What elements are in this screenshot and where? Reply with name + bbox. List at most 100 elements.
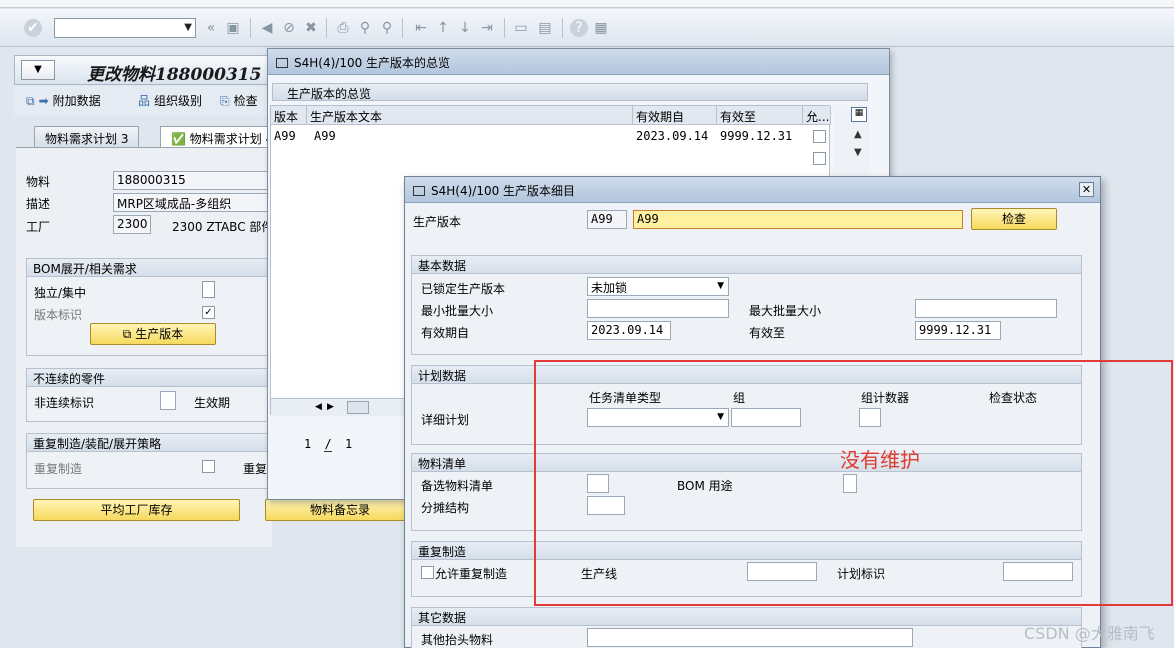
annotation-text: 没有维护 [840,448,920,472]
new-session-icon[interactable]: ▭ [512,19,530,37]
plant-text: 2300 ZTABC 部件 [172,220,274,234]
min-lot-label: 最小批量大小 [421,304,494,318]
save-icon[interactable]: ▣ [224,19,242,37]
scroll-left-icon[interactable]: ◀ [315,402,322,412]
repetitive-mfg-label: 重复制造 [34,462,83,476]
overview-dialog-title: S4H(4)/100 生产版本的总览 [294,56,451,70]
version-indicator-checkbox[interactable]: ✓ [202,306,215,319]
other-header-material-label: 其他抬头物料 [421,633,494,647]
tab-mrp-4-label: 物料需求计划 4 [189,132,274,146]
indiv-coll-label: 独立/集中 [34,286,87,300]
table-cell-valid-from[interactable]: 2023.09.14 [633,126,717,147]
page-total: 1 [344,437,353,451]
effective-date-label: 生效期 [194,396,231,410]
window-icon [276,58,288,68]
chevron-down-icon[interactable]: ▼ [184,22,192,33]
prod-version-icon: ⧉ [122,327,136,341]
scroll-up-icon[interactable]: ▲ [854,129,862,140]
repetitive-mfg-checkbox[interactable] [202,460,215,473]
doc-icon: ⧉ [26,94,35,108]
plant-field[interactable]: 2300 [113,215,151,234]
table-cell-valid-to[interactable]: 9999.12.31 [717,126,803,147]
discontinued-parts-group-title: 不连续的零件 [27,369,275,387]
max-lot-label: 最大批量大小 [749,304,822,318]
alt-bom-label: 备选物料清单 [421,479,494,493]
description-label: 描述 [26,197,51,211]
first-page-icon[interactable]: ⇤ [412,19,430,37]
tab-mrp-4[interactable]: ✅ 物料需求计划 4 [160,126,285,148]
org-tree-icon: 品 [138,94,151,108]
allow-rep-mfg-label: 允许重复制造 [435,567,508,581]
collapse-icon[interactable]: « [202,19,220,37]
max-lot-field[interactable] [915,299,1057,318]
allowed-checkbox[interactable] [813,130,826,143]
material-field[interactable]: 188000315 [113,171,273,190]
shortcut-icon[interactable]: ▤ [536,19,554,37]
avg-plant-stock-button[interactable]: 平均工厂库存 [33,499,240,521]
last-page-icon[interactable]: ⇥ [478,19,496,37]
discontinuation-indicator-field[interactable] [160,391,176,410]
locked-select[interactable]: 未加锁 ▼ [587,277,729,296]
toolbar-separator [326,18,327,38]
production-version-button-label: 生产版本 [135,327,184,341]
enter-icon[interactable]: ✔ [24,19,42,37]
scroll-thumb[interactable] [347,401,369,414]
min-lot-field[interactable] [587,299,729,318]
detail-dialog-title: S4H(4)/100 生产版本细目 [431,184,576,198]
toolbar-separator [250,18,251,38]
valid-to-field[interactable]: 9999.12.31 [915,321,1001,340]
cancel-icon[interactable]: ✖ [302,19,320,37]
check-button[interactable]: 检查 [971,208,1057,230]
next-page-icon[interactable]: ↓ [456,19,474,37]
layout-icon[interactable]: ▦ [592,19,610,37]
chevron-down-icon[interactable]: ▼ [717,281,724,291]
allow-rep-mfg-checkbox[interactable] [421,566,434,579]
command-field[interactable]: ▼ [54,18,196,38]
indiv-coll-field[interactable] [202,281,215,298]
column-header-text[interactable]: 生产版本文本 [307,106,633,125]
prod-version-code-field[interactable]: A99 [587,210,627,229]
version-indicator-label: 版本标识 [34,308,83,322]
tab-mrp-3-label: 物料需求计划 3 [45,132,129,146]
help-icon[interactable]: ? [570,19,588,37]
valid-from-field[interactable]: 2023.09.14 [587,321,671,340]
pagination: 1 / 1 [304,437,353,452]
column-header-version[interactable]: 版本 [271,106,307,125]
table-cell-version[interactable]: A99 [271,126,307,147]
find-icon[interactable]: ⚲ [356,19,374,37]
scroll-right-icon[interactable]: ▶ [327,402,334,412]
description-field[interactable]: MRP区域成品-多组织 [113,193,273,212]
toolbar-separator [402,18,403,38]
org-levels-button[interactable]: 品组织级别 [138,92,202,109]
sap-logo-icon: ▼ [21,60,55,80]
toolbar-separator [562,18,563,38]
scroll-down-icon[interactable]: ▼ [854,147,862,158]
material-memo-button[interactable]: 物料备忘录 [265,499,415,521]
close-icon[interactable]: ✕ [1079,182,1094,197]
allowed-checkbox[interactable] [813,152,826,165]
column-header-valid-to[interactable]: 有效至 [717,106,803,125]
material-label: 物料 [26,175,51,189]
other-data-group-title: 其它数据 [412,608,1081,626]
find-next-icon[interactable]: ⚲ [378,19,396,37]
column-header-allowed[interactable]: 允... [803,106,831,125]
column-header-valid-from[interactable]: 有效期自 [633,106,717,125]
back-icon[interactable]: ◀ [258,19,276,37]
annotation-box [534,360,1173,606]
page-title: 更改物料188000315 [87,65,262,85]
prev-page-icon[interactable]: ↑ [434,19,452,37]
tab-mrp-3[interactable]: 物料需求计划 3 [34,126,140,148]
other-header-material-field[interactable] [587,628,913,647]
additional-data-label: 附加数据 [52,94,101,108]
system-toolbar: ✔ ▼ « ▣ ◀ ⊘ ✖ ⎙ ⚲ ⚲ ⇤ ↑ ↓ ⇥ ▭ ▤ ? ▦ [0,9,1174,47]
table-cell-text[interactable]: A99 [311,126,631,147]
exit-icon[interactable]: ⊘ [280,19,298,37]
print-icon[interactable]: ⎙ [334,19,352,37]
detail-dialog-titlebar: S4H(4)/100 生产版本细目 [405,177,1100,203]
page-current: 1 [304,437,312,451]
production-version-button[interactable]: ⧉ 生产版本 [90,323,216,345]
table-settings-icon[interactable]: ▦ [851,107,867,122]
check-screen-button[interactable]: ⎘ 检查 [220,92,258,109]
prod-version-text-field[interactable]: A99 [633,210,963,229]
additional-data-button[interactable]: ⧉ ➡ 附加数据 [26,92,101,109]
